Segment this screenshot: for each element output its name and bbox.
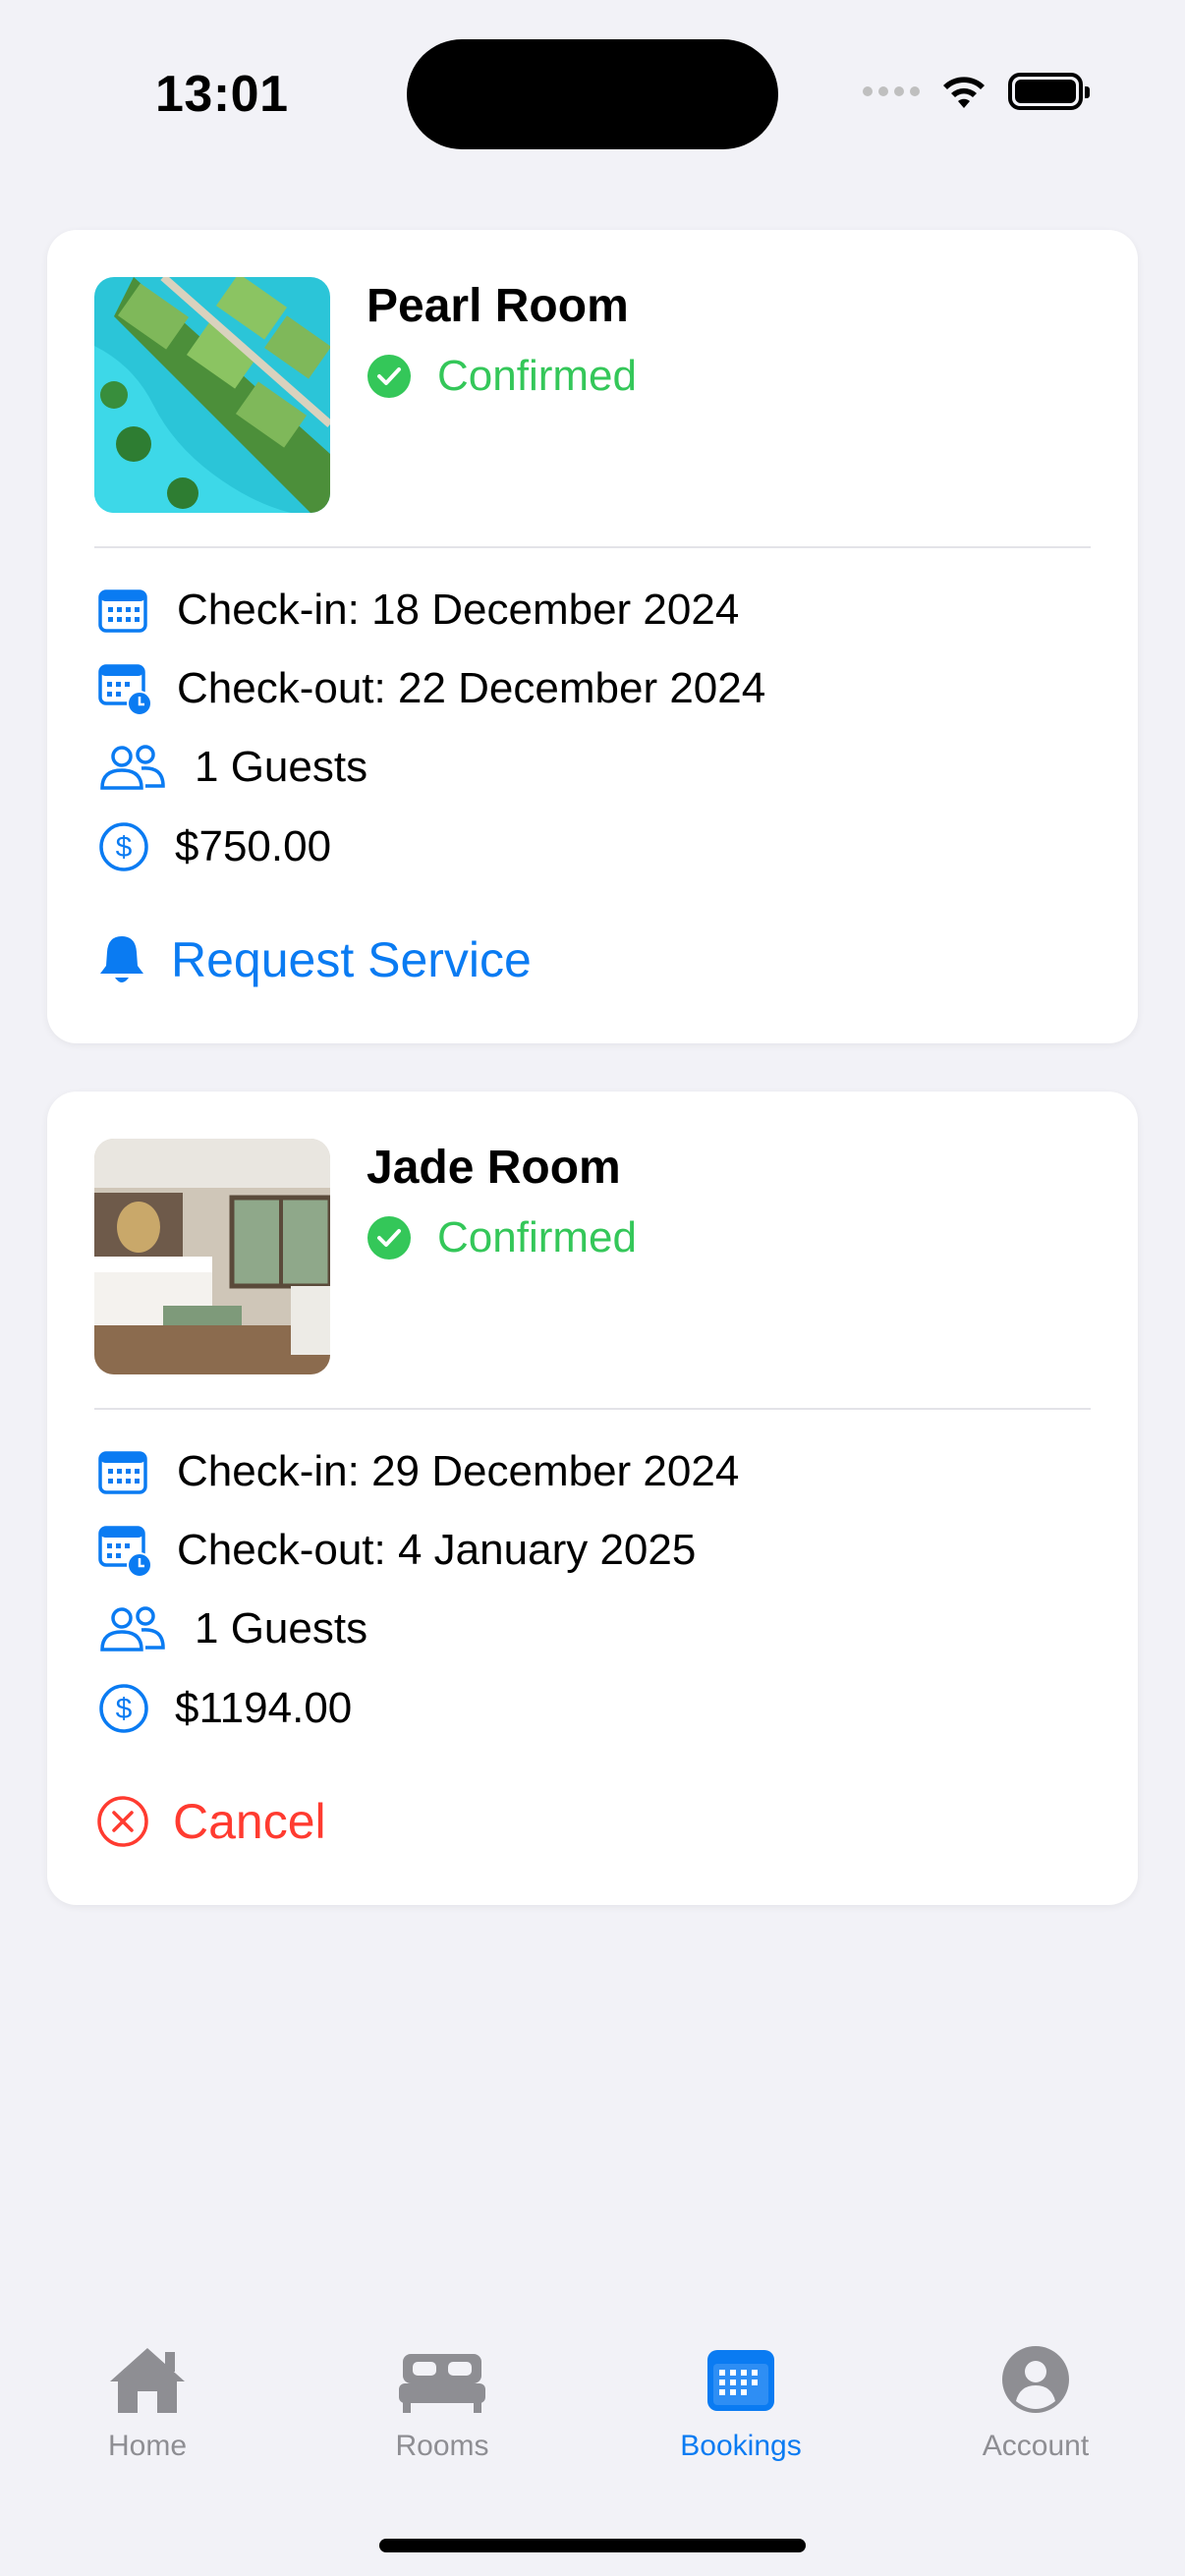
check-out-row: Check-out: 22 December 2024 [98,662,765,715]
tab-rooms[interactable]: Rooms [324,2344,560,2463]
check-out-text: Check-out: 4 January 2025 [177,1526,697,1574]
tab-home-label: Home [107,2430,188,2462]
price-row: $ $750.00 [98,821,331,872]
person-circle-icon [1002,2346,1069,2413]
guests-row: 1 Guests [98,743,367,792]
check-in-row: Check-in: 29 December 2024 [98,1447,739,1496]
cancel-button[interactable]: Cancel [96,1793,326,1850]
check-in-text: Check-in: 18 December 2024 [177,586,740,634]
price-text: $1194.00 [175,1684,353,1732]
room-name: Pearl Room [367,280,629,332]
check-out-row: Check-out: 4 January 2025 [98,1524,696,1577]
calendar-icon [98,589,147,633]
wifi-icon [943,77,985,108]
tab-home[interactable]: Home [29,2344,265,2463]
guests-icon [100,1606,165,1652]
checkmark-circle-icon [367,355,411,398]
bell-icon [100,936,143,982]
room-photo [94,277,330,513]
price-row: $ $1194.00 [98,1683,352,1734]
dynamic-island [407,39,778,149]
dollar-circle-icon: $ [99,1684,148,1733]
divider [94,1408,1091,1410]
home-indicator [379,2539,806,2552]
tab-account-label: Account [982,2430,1090,2462]
guests-text: 1 Guests [195,743,368,791]
room-name: Jade Room [367,1142,621,1194]
house-icon [110,2348,185,2413]
dollar-circle-icon: $ [99,822,148,871]
signal-icon [863,86,920,96]
tab-account[interactable]: Account [918,2344,1154,2463]
calendar-clock-icon [98,664,151,715]
booking-card: Jade Room Confirmed Check-in: 29 Decembe… [47,1092,1138,1905]
check-in-text: Check-in: 29 December 2024 [177,1447,740,1495]
booking-status: Confirmed [367,352,637,401]
request-service-button[interactable]: Request Service [96,931,532,988]
request-service-label: Request Service [171,932,532,987]
status-label: Confirmed [437,1213,637,1261]
check-out-text: Check-out: 22 December 2024 [177,664,766,712]
battery-icon [1008,73,1090,110]
xmark-circle-icon [97,1796,148,1847]
tab-bar: Home Rooms Bookings Account [0,2319,1185,2476]
tab-bookings[interactable]: Bookings [623,2344,859,2463]
guests-icon [100,745,165,790]
room-photo [94,1139,330,1374]
tab-rooms-label: Rooms [395,2430,489,2462]
check-in-row: Check-in: 18 December 2024 [98,586,739,635]
checkmark-circle-icon [367,1216,411,1260]
cancel-label: Cancel [173,1794,326,1849]
booking-card: Pearl Room Confirmed Check-in: 18 Decemb… [47,230,1138,1043]
guests-text: 1 Guests [195,1604,368,1652]
divider [94,546,1091,548]
svg-text:$: $ [116,831,133,864]
calendar-clock-icon [98,1526,151,1577]
bed-icon [399,2354,485,2413]
calendar-icon [98,1451,147,1494]
guests-row: 1 Guests [98,1604,367,1653]
status-time: 13:01 [155,66,289,123]
calendar-icon [707,2350,774,2411]
tab-bookings-label: Bookings [680,2430,802,2462]
booking-status: Confirmed [367,1213,637,1262]
status-label: Confirmed [437,352,637,400]
price-text: $750.00 [175,822,332,870]
svg-text:$: $ [116,1693,133,1725]
